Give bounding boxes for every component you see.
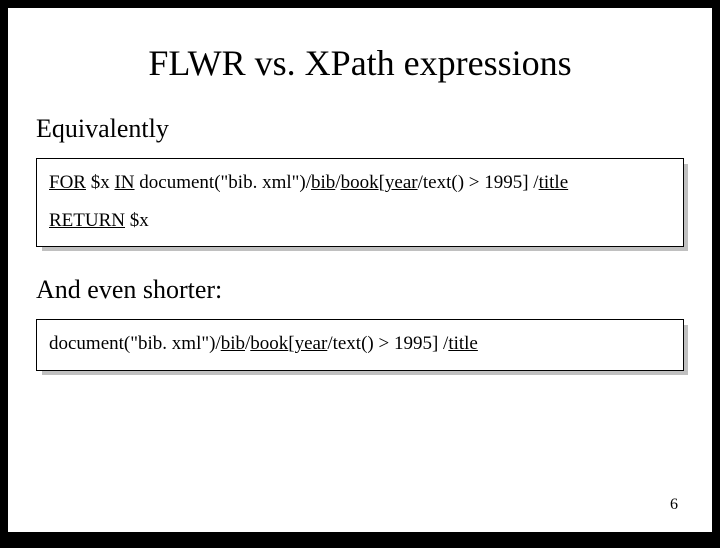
path-bib: bib xyxy=(311,172,335,193)
path-bib: bib xyxy=(221,333,245,354)
code-text: $x xyxy=(86,172,115,193)
code-line-1: document("bib. xml")/bib/book[year/text(… xyxy=(49,330,671,358)
code-box-content: FOR $x IN document("bib. xml")/bib/book[… xyxy=(36,158,684,247)
code-text: document("bib. xml")/ xyxy=(49,333,221,354)
path-year: year xyxy=(295,333,328,354)
keyword-for: FOR xyxy=(49,172,86,193)
page-number: 6 xyxy=(670,496,678,514)
subheading-equivalently: Equivalently xyxy=(36,114,684,144)
code-text: document("bib. xml")/ xyxy=(135,172,311,193)
code-box-content: document("bib. xml")/bib/book[year/text(… xyxy=(36,319,684,371)
code-text: /text() > 1995] / xyxy=(327,333,448,354)
keyword-in: IN xyxy=(114,172,134,193)
slide: FLWR vs. XPath expressions Equivalently … xyxy=(8,8,712,532)
code-line-1: FOR $x IN document("bib. xml")/bib/book[… xyxy=(49,169,671,197)
path-title: title xyxy=(448,333,478,354)
path-book: book xyxy=(250,333,288,354)
path-year: year xyxy=(385,172,418,193)
path-title: title xyxy=(539,172,569,193)
subheading-shorter: And even shorter: xyxy=(36,275,684,305)
code-text: /text() > 1995] / xyxy=(418,172,539,193)
keyword-return: RETURN xyxy=(49,210,125,231)
path-book: book xyxy=(341,172,379,193)
slide-title: FLWR vs. XPath expressions xyxy=(36,42,684,84)
code-text: $x xyxy=(125,210,149,231)
code-line-2: RETURN $x xyxy=(49,207,671,235)
code-box-2: document("bib. xml")/bib/book[year/text(… xyxy=(36,319,684,371)
code-box-1: FOR $x IN document("bib. xml")/bib/book[… xyxy=(36,158,684,247)
